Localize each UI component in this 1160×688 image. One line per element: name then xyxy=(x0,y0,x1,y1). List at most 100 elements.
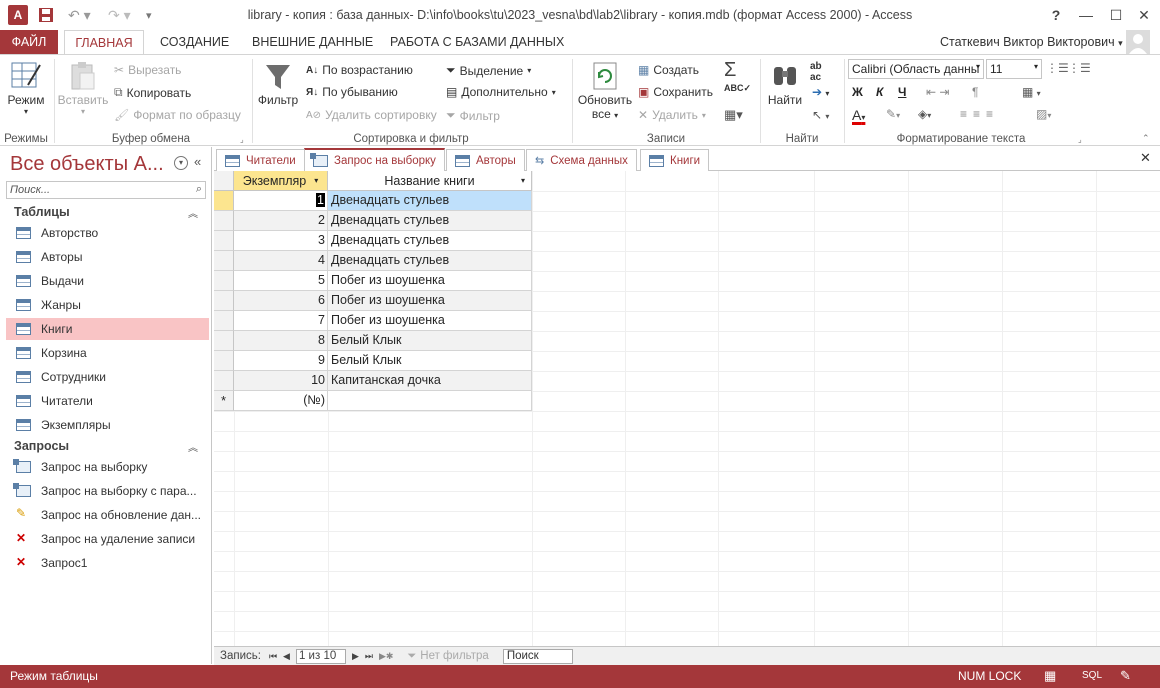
select-all-corner[interactable] xyxy=(214,171,234,191)
gridlines-icon[interactable]: ▦ ▾ xyxy=(1022,85,1041,99)
copy-button[interactable]: ⧉ Копировать xyxy=(114,85,191,100)
bullets-icon[interactable]: ⋮☰ xyxy=(1046,61,1069,75)
find-button[interactable]: Найти xyxy=(764,59,806,107)
view-mode-button[interactable]: Режим ▾ xyxy=(4,59,48,116)
numbering-icon[interactable]: ⋮☰ xyxy=(1068,61,1091,75)
row-selector[interactable] xyxy=(214,231,234,251)
tab-external-data[interactable]: ВНЕШНИЕ ДАННЫЕ xyxy=(242,30,383,54)
tab-database-tools[interactable]: РАБОТА С БАЗАМИ ДАННЫХ xyxy=(380,30,574,54)
record-search-input[interactable]: Поиск xyxy=(502,648,573,664)
maximize-button[interactable]: ☐ xyxy=(1102,5,1130,25)
row-selector[interactable] xyxy=(214,291,234,311)
row-selector[interactable] xyxy=(214,351,234,371)
cell-book-title[interactable]: Капитанская дочка xyxy=(328,371,532,391)
nav-item-param-query[interactable]: Запрос на выборку с пара... xyxy=(6,480,209,502)
tab-home[interactable]: ГЛАВНАЯ xyxy=(64,30,144,55)
refresh-all-button[interactable]: Обновить все ▾ xyxy=(576,59,634,121)
cell-copy-id[interactable]: 5 xyxy=(234,271,328,291)
close-tab-icon[interactable]: ✕ xyxy=(1140,150,1151,166)
nav-item-loans[interactable]: Выдачи xyxy=(6,270,209,292)
cell-book-title[interactable]: Побег из шоушенка xyxy=(328,271,532,291)
nav-item-authors[interactable]: Авторы xyxy=(6,246,209,268)
user-name[interactable]: Статкевич Виктор Викторович ▾ xyxy=(930,30,1133,54)
nav-item-query1[interactable]: Запрос1 xyxy=(6,552,209,574)
datasheet-view-icon[interactable]: ▦ xyxy=(1044,668,1056,684)
filter-button[interactable]: Фильтр xyxy=(256,59,300,107)
tab-create[interactable]: СОЗДАНИЕ xyxy=(150,30,239,54)
dialog-launcher-icon[interactable]: ⌟ xyxy=(1078,135,1087,144)
design-view-icon[interactable]: ✎ xyxy=(1120,668,1131,684)
cell-copy-id[interactable]: 10 xyxy=(234,371,328,391)
nav-item-employees[interactable]: Сотрудники xyxy=(6,366,209,388)
selection-button[interactable]: ⏷ Выделение ▾ xyxy=(446,63,531,78)
cell-book-title[interactable]: Белый Клык xyxy=(328,331,532,351)
section-queries-title[interactable]: Запросы xyxy=(14,439,69,453)
nav-search-input[interactable]: Поиск... ⌕ xyxy=(6,181,206,199)
cell-book-title[interactable]: Побег из шоушенка xyxy=(328,311,532,331)
row-selector[interactable] xyxy=(214,331,234,351)
font-family-select[interactable]: Calibri (Область данны ▾ xyxy=(848,59,984,79)
more-records-icon[interactable]: ▦▾ xyxy=(724,107,743,123)
cell-book-title[interactable]: Двенадцать стульев xyxy=(328,251,532,271)
save-record-button[interactable]: ▣ Сохранить xyxy=(638,85,713,99)
cell-book-title[interactable]: Побег из шоушенка xyxy=(328,291,532,311)
prev-record-icon[interactable]: ◀ xyxy=(283,651,290,662)
align-icons[interactable]: ≡≡≡ xyxy=(960,107,999,121)
replace-icon[interactable]: ab ac xyxy=(810,61,822,83)
nav-item-genres[interactable]: Жанры xyxy=(6,294,209,316)
nav-item-delete-query[interactable]: Запрос на удаление записи xyxy=(6,528,209,550)
nav-menu-chevron-icon[interactable]: ▾ xyxy=(174,156,188,170)
alt-row-color-icon[interactable]: ▨▾ xyxy=(1036,107,1051,121)
row-selector[interactable] xyxy=(214,251,234,271)
doc-tab-books[interactable]: Книги xyxy=(640,149,710,171)
row-selector[interactable] xyxy=(214,191,234,211)
cell-copy-id[interactable]: 6 xyxy=(234,291,328,311)
format-painter-button[interactable]: 🖌 Формат по образцу xyxy=(114,108,241,122)
cell-copy-id[interactable]: 2 xyxy=(234,211,328,231)
tab-file[interactable]: ФАЙЛ xyxy=(0,30,58,54)
sort-descending-button[interactable]: Я↓ По убыванию xyxy=(306,85,398,99)
cell-copy-id[interactable]: 9 xyxy=(234,351,328,371)
close-button[interactable]: ✕ xyxy=(1130,5,1158,25)
font-color-icon[interactable]: A▾ xyxy=(852,107,865,123)
minimize-button[interactable]: — xyxy=(1072,5,1100,25)
underline-button[interactable]: Ч xyxy=(898,85,906,99)
section-tables-title[interactable]: Таблицы xyxy=(14,205,70,219)
new-row-copy-id[interactable]: (№) xyxy=(234,391,328,411)
cell-copy-id[interactable]: 7 xyxy=(234,311,328,331)
doc-tab-authors[interactable]: Авторы xyxy=(446,149,525,171)
sort-ascending-button[interactable]: A↓ По возрастанию xyxy=(306,63,413,77)
fill-color-icon[interactable]: ◈▾ xyxy=(918,107,931,121)
cell-book-title[interactable]: Двенадцать стульев xyxy=(328,211,532,231)
new-record-button[interactable]: ▦ Создать xyxy=(638,63,699,77)
cut-button[interactable]: ✂ Вырезать xyxy=(114,63,181,77)
next-record-icon[interactable]: ▶ xyxy=(352,651,359,662)
cell-book-title[interactable]: Двенадцать стульев xyxy=(328,231,532,251)
indent-icon[interactable]: ⇤ ⇥ xyxy=(926,85,949,99)
advanced-button[interactable]: ▤ Дополнительно ▾ xyxy=(446,85,556,99)
nav-item-select-query[interactable]: Запрос на выборку xyxy=(6,456,209,478)
delete-record-button[interactable]: ✕ Удалить ▾ xyxy=(638,108,706,122)
new-record-nav-icon[interactable]: ▶✱ xyxy=(379,651,393,662)
dialog-launcher-icon[interactable]: ⌟ xyxy=(240,135,249,144)
collapse-section-icon[interactable]: ︽ xyxy=(188,439,198,454)
collapse-ribbon-icon[interactable]: ⌃ xyxy=(1142,133,1150,144)
nav-pane-title[interactable]: Все объекты А... xyxy=(10,153,164,176)
nav-item-copies[interactable]: Экземпляры xyxy=(6,414,209,436)
doc-tab-readers[interactable]: Читатели xyxy=(216,149,305,171)
goto-icon[interactable]: ➔ ▾ xyxy=(812,85,829,99)
cell-copy-id[interactable]: 8 xyxy=(234,331,328,351)
toggle-filter-button[interactable]: ⏷ Фильтр xyxy=(446,108,500,123)
column-header-title[interactable]: Название книги ▾ xyxy=(328,171,532,191)
nav-item-update-query[interactable]: Запрос на обновление дан... xyxy=(6,504,209,526)
totals-sigma-icon[interactable]: Σ xyxy=(724,59,736,82)
italic-button[interactable]: К xyxy=(876,85,883,99)
cell-copy-id[interactable]: 4 xyxy=(234,251,328,271)
font-size-select[interactable]: 11 ▾ xyxy=(986,59,1042,79)
help-button[interactable]: ? xyxy=(1042,5,1070,25)
row-selector[interactable] xyxy=(214,271,234,291)
nav-item-cart[interactable]: Корзина xyxy=(6,342,209,364)
collapse-pane-icon[interactable]: « xyxy=(194,154,201,169)
avatar[interactable] xyxy=(1126,30,1150,54)
select-icon[interactable]: ↖ ▾ xyxy=(812,108,829,122)
